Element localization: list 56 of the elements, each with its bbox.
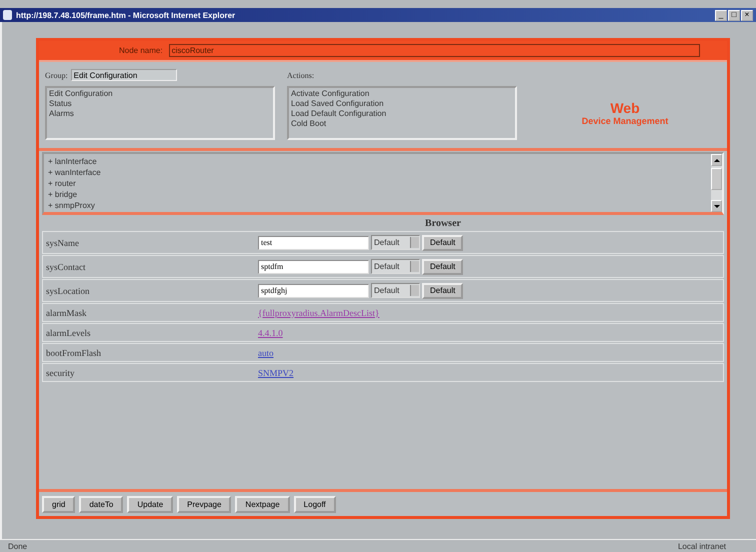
window-title: http://198.7.48.105/frame.htm - Microsoft Internet Explorer bbox=[16, 10, 236, 20]
parameter-name: sysContact bbox=[45, 262, 86, 272]
default-button[interactable]: Default bbox=[422, 282, 464, 298]
parameter-name: alarmLevels bbox=[45, 328, 92, 338]
default-dropdown[interactable]: Default bbox=[371, 283, 420, 298]
action-button[interactable]: dateTo bbox=[79, 496, 124, 512]
group-list[interactable]: Edit Configuration Status Alarms bbox=[45, 86, 275, 140]
tree-item[interactable]: + router bbox=[48, 178, 707, 189]
parameter-name: sysName bbox=[45, 238, 80, 248]
actions-list[interactable]: Activate Configuration Load Saved Configuration Load Default Configuration Cold Boot bbox=[287, 86, 517, 140]
parameter-name: security bbox=[45, 368, 76, 378]
action-button[interactable]: grid bbox=[42, 496, 76, 512]
list-item[interactable]: Cold Boot bbox=[291, 119, 513, 129]
window-control[interactable]: _ bbox=[715, 10, 727, 20]
group-label: Group: bbox=[45, 70, 68, 80]
scroll-down-icon[interactable] bbox=[714, 204, 720, 208]
browser-heading: Browser bbox=[425, 218, 461, 229]
actions-label: Actions: bbox=[287, 70, 314, 80]
default-dropdown[interactable]: Default bbox=[371, 235, 420, 250]
list-item[interactable]: Status bbox=[49, 99, 271, 109]
default-button[interactable]: Default bbox=[422, 234, 464, 250]
list-item[interactable]: Load Default Configuration bbox=[291, 109, 513, 119]
node-name-field[interactable]: ciscoRouter bbox=[168, 44, 700, 57]
window-control[interactable]: × bbox=[741, 10, 753, 20]
tree-item[interactable]: + lanInterface bbox=[48, 156, 707, 167]
window-control[interactable]: □ bbox=[728, 10, 740, 20]
value-field[interactable]: sptdfm bbox=[258, 260, 369, 274]
value-link[interactable]: SNMPV2 bbox=[258, 368, 294, 378]
tree-list[interactable]: + lanInterface + wanInterface + router + bridge + snmpProxy bbox=[42, 152, 724, 215]
brand-title: Web bbox=[610, 100, 640, 116]
group-field[interactable]: Edit Configuration bbox=[70, 69, 177, 81]
action-button[interactable]: Update bbox=[127, 496, 174, 512]
parameter-name: alarmMask bbox=[45, 308, 88, 318]
list-item[interactable]: Edit Configuration bbox=[49, 89, 271, 99]
status-text: Done bbox=[8, 542, 28, 550]
parameter-name: bootFromFlash bbox=[45, 348, 102, 358]
scroll-up-icon[interactable] bbox=[714, 158, 720, 162]
tree-item[interactable]: + wanInterface bbox=[48, 167, 707, 178]
scrollbar[interactable] bbox=[711, 154, 722, 212]
zone-text: Local intranet bbox=[678, 542, 726, 550]
node-name-label: Node name: bbox=[119, 46, 163, 55]
list-item[interactable]: Load Saved Configuration bbox=[291, 99, 513, 109]
default-button[interactable]: Default bbox=[422, 258, 464, 274]
value-link[interactable]: auto bbox=[258, 348, 274, 358]
default-dropdown[interactable]: Default bbox=[371, 259, 420, 274]
action-button[interactable]: Prevpage bbox=[177, 496, 232, 512]
tree-item[interactable]: + bridge bbox=[48, 189, 707, 200]
brand-subtitle: Device Management bbox=[582, 116, 668, 126]
tree-item[interactable]: + snmpProxy bbox=[48, 200, 707, 211]
value-field[interactable]: sptdfghj bbox=[258, 284, 369, 298]
list-item[interactable]: Alarms bbox=[49, 109, 271, 119]
list-item[interactable]: Activate Configuration bbox=[291, 89, 513, 99]
value-field[interactable]: test bbox=[258, 236, 369, 250]
action-button[interactable]: Nextpage bbox=[235, 496, 290, 512]
parameter-name: sysLocation bbox=[45, 286, 90, 296]
action-button[interactable]: Logoff bbox=[294, 496, 336, 512]
